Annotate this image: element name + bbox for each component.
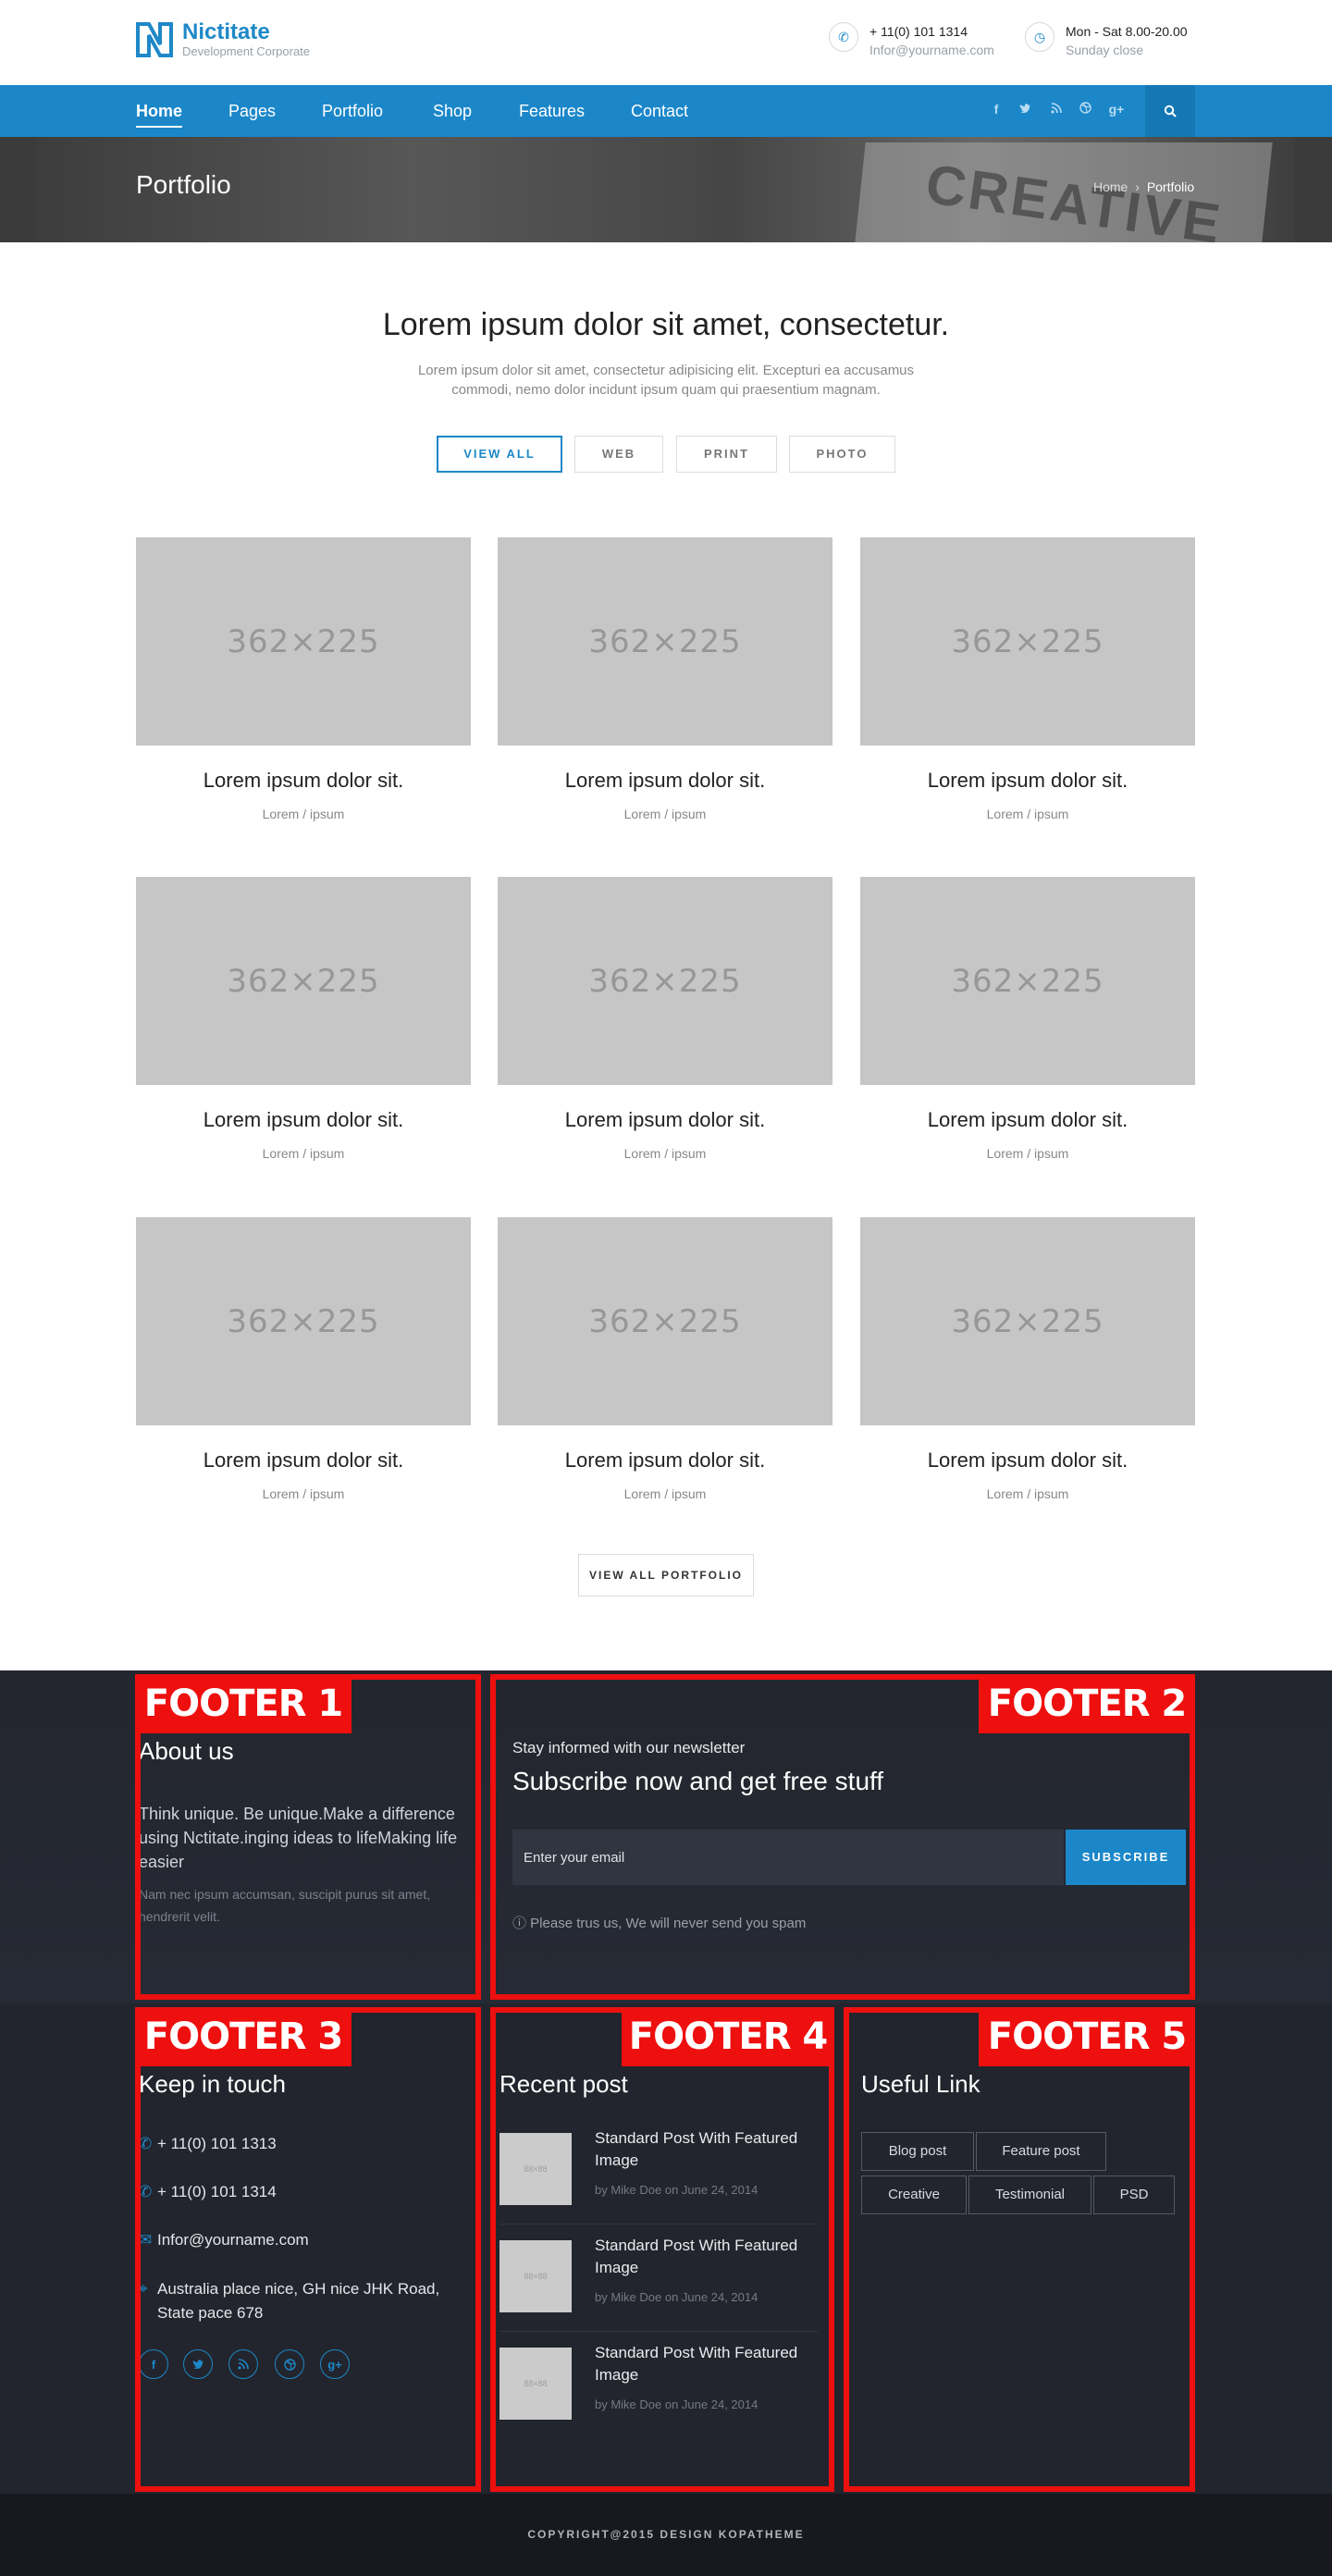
breadcrumb-separator: › (1135, 179, 1140, 194)
footer-5-outline (844, 2007, 1195, 2492)
portfolio-item-title[interactable]: Lorem ipsum dolor sit. (860, 1448, 1195, 1473)
main-nav: Home Pages Portfolio Shop Features Conta… (0, 85, 1332, 137)
portfolio-item-category: Lorem / ipsum (623, 1486, 707, 1501)
portfolio-image[interactable]: 362×225 (498, 537, 832, 746)
footer-4-label: FOOTER 4 (622, 2007, 834, 2066)
logo-mark-icon (136, 22, 173, 57)
portfolio-item-title[interactable]: Lorem ipsum dolor sit. (498, 769, 832, 793)
filter-web[interactable]: WEB (574, 436, 663, 473)
portfolio-item-category: Lorem / ipsum (262, 1146, 345, 1161)
portfolio-item-title[interactable]: Lorem ipsum dolor sit. (498, 1448, 832, 1473)
portfolio-item-category: Lorem / ipsum (623, 807, 707, 821)
breadcrumb-home[interactable]: Home (1093, 179, 1128, 194)
footer-3-label: FOOTER 3 (135, 2007, 352, 2066)
breadcrumb-current: Portfolio (1146, 179, 1195, 194)
breadcrumb: Home › Portfolio (1093, 179, 1194, 194)
rss-icon[interactable] (1047, 102, 1066, 117)
copyright-bar: COPYRIGHT@2015 DESIGN KOPATHEME (0, 2494, 1332, 2576)
portfolio-image[interactable]: 362×225 (498, 877, 832, 1085)
portfolio-item-title[interactable]: Lorem ipsum dolor sit. (136, 769, 471, 793)
portfolio-item-category: Lorem / ipsum (262, 1486, 345, 1501)
header-hours-line2: Sunday close (1066, 43, 1144, 57)
section-description: Lorem ipsum dolor sit amet, consectetur … (417, 363, 915, 398)
filter-view-all[interactable]: VIEW ALL (437, 436, 562, 473)
header-hours: ◷ Mon - Sat 8.00-20.00 Sunday close (1025, 22, 1188, 59)
view-all-portfolio-button[interactable]: VIEW ALL PORTFOLIO (578, 1554, 754, 1596)
nav-item-pages[interactable]: Pages (228, 85, 276, 137)
nav-item-shop[interactable]: Shop (433, 85, 472, 137)
portfolio-image[interactable]: 362×225 (136, 877, 471, 1085)
facebook-icon[interactable]: f (987, 102, 1005, 117)
portfolio-item-title[interactable]: Lorem ipsum dolor sit. (860, 1108, 1195, 1132)
brand-name: Nictitate (182, 19, 270, 44)
portfolio-item-category: Lorem / ipsum (986, 807, 1069, 821)
search-icon (1164, 105, 1177, 117)
twitter-icon[interactable] (1016, 102, 1034, 117)
portfolio-item-title[interactable]: Lorem ipsum dolor sit. (860, 769, 1195, 793)
nav-item-home[interactable]: Home (136, 85, 183, 137)
portfolio-image[interactable]: 362×225 (860, 537, 1195, 746)
filter-print[interactable]: PRINT (676, 436, 777, 473)
google-plus-icon[interactable]: g+ (1107, 102, 1126, 117)
clock-icon: ◷ (1025, 22, 1054, 52)
nav-item-contact[interactable]: Contact (631, 85, 688, 137)
search-button[interactable] (1145, 85, 1195, 137)
portfolio-image[interactable]: 362×225 (136, 537, 471, 746)
dribbble-icon[interactable] (1076, 102, 1094, 117)
portfolio-item-category: Lorem / ipsum (986, 1146, 1069, 1161)
logo[interactable]: Nictitate Development Corporate (136, 20, 310, 59)
portfolio-image[interactable]: 362×225 (498, 1217, 832, 1425)
portfolio-item-category: Lorem / ipsum (986, 1486, 1069, 1501)
top-header: Nictitate Development Corporate ✆ + 11(0… (0, 0, 1332, 85)
nav-item-portfolio[interactable]: Portfolio (322, 85, 383, 137)
nav-item-features[interactable]: Features (519, 85, 585, 137)
section-title: Lorem ipsum dolor sit amet, consectetur. (382, 307, 950, 342)
brand-tagline: Development Corporate (182, 44, 311, 58)
header-phone-number: + 11(0) 101 1314 (870, 24, 968, 39)
portfolio-item-title[interactable]: Lorem ipsum dolor sit. (136, 1108, 471, 1132)
header-email[interactable]: Infor@yourname.com (870, 41, 994, 59)
portfolio-item-category: Lorem / ipsum (262, 807, 345, 821)
filter-photo[interactable]: PHOTO (789, 436, 895, 473)
portfolio-item-title[interactable]: Lorem ipsum dolor sit. (498, 1108, 832, 1132)
header-phone: ✆ + 11(0) 101 1314 Infor@yourname.com (829, 22, 994, 59)
footer-2-label: FOOTER 2 (979, 1674, 1195, 1733)
portfolio-item-title[interactable]: Lorem ipsum dolor sit. (136, 1448, 471, 1473)
footer-1-label: FOOTER 1 (135, 1674, 352, 1733)
page-hero: CREATIVE Portfolio Home › Portfolio (0, 137, 1332, 242)
portfolio-image[interactable]: 362×225 (860, 1217, 1195, 1425)
portfolio-image[interactable]: 362×225 (860, 877, 1195, 1085)
footer-3-outline (135, 2007, 481, 2492)
portfolio-image[interactable]: 362×225 (136, 1217, 471, 1425)
portfolio-item-category: Lorem / ipsum (623, 1146, 707, 1161)
footer-4-outline (490, 2007, 834, 2492)
footer-5-label: FOOTER 5 (979, 2007, 1195, 2066)
phone-icon: ✆ (829, 22, 858, 52)
header-hours-line1: Mon - Sat 8.00-20.00 (1066, 24, 1188, 39)
page-title: Portfolio (136, 170, 231, 199)
